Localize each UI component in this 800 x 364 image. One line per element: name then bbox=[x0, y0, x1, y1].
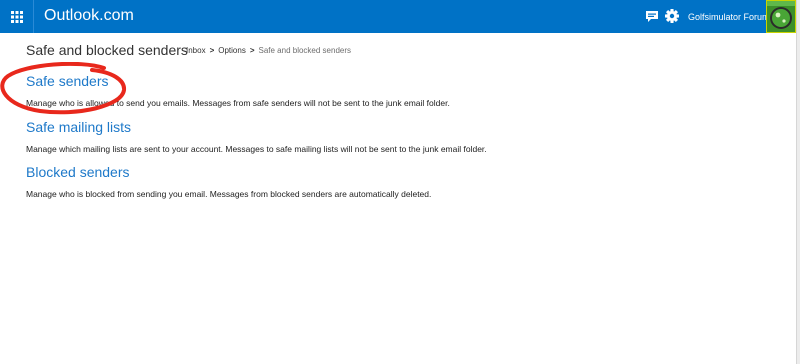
breadcrumb: Inbox > Options > Safe and blocked senders bbox=[186, 45, 351, 56]
safe-senders-link[interactable]: Safe senders bbox=[26, 73, 109, 90]
avatar[interactable] bbox=[766, 0, 796, 33]
avatar-image bbox=[767, 1, 795, 32]
safe-mailing-lists-link[interactable]: Safe mailing lists bbox=[26, 119, 131, 136]
settings-button[interactable] bbox=[664, 8, 680, 24]
app-launcher-icon bbox=[10, 10, 23, 23]
account-name[interactable]: Golfsimulator Forum bbox=[688, 11, 770, 23]
chat-button[interactable] bbox=[645, 10, 659, 23]
blocked-senders-link[interactable]: Blocked senders bbox=[26, 164, 130, 181]
chat-icon bbox=[646, 11, 658, 22]
breadcrumb-separator: > bbox=[209, 46, 215, 55]
breadcrumb-separator: > bbox=[249, 46, 255, 55]
page-title: Safe and blocked senders bbox=[26, 42, 188, 58]
breadcrumb-current: Safe and blocked senders bbox=[258, 46, 352, 55]
safe-senders-description: Manage who is allowed to send you emails… bbox=[26, 98, 450, 108]
breadcrumb-inbox[interactable]: Inbox bbox=[186, 46, 206, 55]
safe-mailing-lists-description: Manage which mailing lists are sent to y… bbox=[26, 144, 487, 154]
blocked-senders-description: Manage who is blocked from sending you e… bbox=[26, 189, 432, 199]
top-navigation-bar: Outlook.com Golfsimulator Forum bbox=[0, 0, 796, 33]
window-edge bbox=[796, 0, 800, 364]
gear-icon bbox=[665, 9, 679, 23]
header-divider bbox=[33, 0, 34, 33]
breadcrumb-options[interactable]: Options bbox=[218, 46, 246, 55]
app-launcher-button[interactable] bbox=[0, 0, 33, 33]
brand-logo-text[interactable]: Outlook.com bbox=[44, 6, 134, 26]
